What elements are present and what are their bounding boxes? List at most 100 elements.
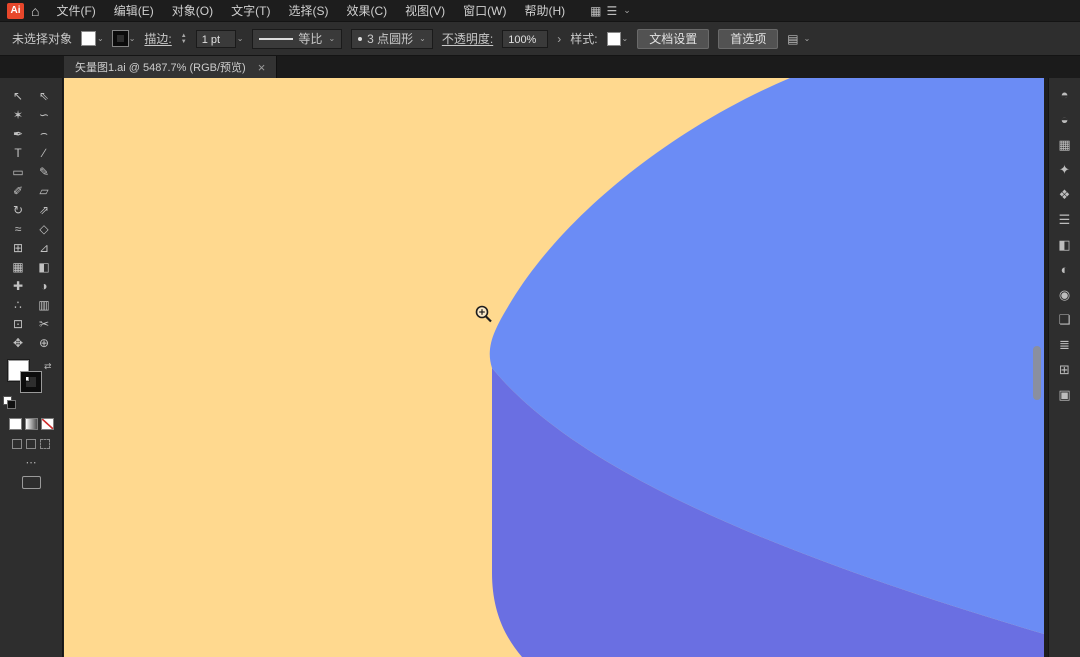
chevron-down-icon: ⌄	[419, 34, 426, 43]
fill-color-swatch[interactable]	[81, 31, 96, 46]
selection-tool[interactable]: ↖	[5, 86, 31, 105]
direct-selection-tool[interactable]: ⇖	[31, 86, 57, 105]
menu-window[interactable]: 窗口(W)	[454, 0, 515, 22]
brush-definition-dropdown[interactable]: 3 点圆形 ⌄	[351, 29, 433, 49]
document-setup-button[interactable]: 文档设置	[637, 29, 709, 49]
default-fill-stroke-icon[interactable]	[3, 396, 15, 408]
control-panel-menu-icon[interactable]: ▤	[787, 32, 798, 46]
arrange-documents-icon[interactable]: ▦	[590, 4, 601, 18]
chevron-down-icon[interactable]: ⌄	[97, 34, 104, 43]
free-transform-tool[interactable]: ◇	[31, 219, 57, 238]
chevron-down-icon[interactable]: ⌄	[623, 5, 631, 16]
menu-file[interactable]: 文件(F)	[47, 0, 104, 22]
vertical-scrollbar-thumb[interactable]	[1033, 346, 1041, 400]
edit-toolbar-ellipsis-icon[interactable]: ⋯	[0, 456, 62, 469]
line-segment-tool[interactable]: ∕	[31, 143, 57, 162]
panel-transparency-icon[interactable]: ◐	[1053, 261, 1077, 278]
stroke-label[interactable]: 描边:	[144, 30, 171, 47]
opacity-label[interactable]: 不透明度:	[442, 30, 493, 47]
scale-tool[interactable]: ⇗	[31, 200, 57, 219]
menu-effect[interactable]: 效果(C)	[337, 0, 396, 22]
curvature-tool[interactable]: ⌢	[31, 124, 57, 143]
pencil-tool[interactable]: ✐	[5, 181, 31, 200]
menu-view[interactable]: 视图(V)	[396, 0, 454, 22]
chevron-down-icon[interactable]: ⌄	[804, 34, 811, 43]
menu-help[interactable]: 帮助(H)	[515, 0, 574, 22]
control-bar: 未选择对象 ⌄ ⌄ 描边: ▲ ▼ 1 pt ⌄ 等比 ⌄ 3 点圆形 ⌄ 不透…	[0, 22, 1080, 56]
panel-symbols-icon[interactable]: ❖	[1053, 186, 1077, 203]
panel-appearance-icon[interactable]: ◉	[1053, 286, 1077, 303]
workspace-switcher-icon[interactable]: ☰	[606, 4, 617, 18]
document-tab[interactable]: 矢量图1.ai @ 5487.7% (RGB/预览) ×	[64, 56, 277, 78]
brush-preview-dot	[358, 37, 362, 41]
artboard-tool[interactable]: ⊡	[5, 314, 31, 333]
color-button[interactable]	[9, 418, 22, 430]
hand-tool[interactable]: ✥	[5, 333, 31, 352]
paintbrush-tool[interactable]: ✎	[31, 162, 57, 181]
panel-color-icon[interactable]: ◓	[1053, 86, 1077, 103]
swap-fill-stroke-icon[interactable]: ⇄	[44, 361, 52, 372]
eyedropper-tool[interactable]: ✚	[5, 276, 31, 295]
panel-graphic-styles-icon[interactable]: ❏	[1053, 311, 1077, 328]
rectangle-tool[interactable]: ▭	[5, 162, 31, 181]
stepper-down-icon[interactable]: ▼	[181, 39, 187, 45]
menu-type[interactable]: 文字(T)	[222, 0, 279, 22]
column-graph-tool[interactable]: ▥	[31, 295, 57, 314]
menu-bar: Ai ⌂ 文件(F)编辑(E)对象(O)文字(T)选择(S)效果(C)视图(V)…	[0, 0, 1080, 22]
panel-swatches-icon[interactable]: ▦	[1053, 136, 1077, 153]
chevron-down-icon[interactable]: ⌄	[237, 34, 244, 43]
eraser-tool[interactable]: ▱	[31, 181, 57, 200]
perspective-grid-tool[interactable]: ⊿	[31, 238, 57, 257]
stroke-proxy-swatch[interactable]	[21, 372, 41, 392]
none-button[interactable]	[41, 418, 54, 430]
draw-behind-icon[interactable]	[26, 439, 36, 449]
change-screen-mode-icon[interactable]	[22, 476, 41, 489]
symbol-sprayer-tool[interactable]: ∴	[5, 295, 31, 314]
menu-object[interactable]: 对象(O)	[163, 0, 222, 22]
workspace-controls: ▦ ☰ ⌄	[590, 4, 631, 18]
opacity-input[interactable]: 100%	[502, 30, 548, 48]
panel-gradient-icon[interactable]: ◧	[1053, 236, 1077, 253]
chevron-down-icon: ⌄	[328, 34, 335, 43]
chevron-down-icon[interactable]: ⌄	[622, 34, 629, 43]
opacity-panel-arrow-icon[interactable]: ›	[557, 32, 561, 46]
lasso-tool[interactable]: ∽	[31, 105, 57, 124]
menu-edit[interactable]: 编辑(E)	[105, 0, 163, 22]
screen-mode-row	[0, 476, 62, 489]
brush-definition-label: 3 点圆形	[367, 30, 413, 47]
mesh-tool[interactable]: ▦	[5, 257, 31, 276]
shape-builder-tool[interactable]: ⊞	[5, 238, 31, 257]
type-tool[interactable]: T	[5, 143, 31, 162]
panel-stroke-icon[interactable]: ☰	[1053, 211, 1077, 228]
panel-color-guide-icon[interactable]: ◒	[1053, 111, 1077, 128]
rotate-tool[interactable]: ↻	[5, 200, 31, 219]
stroke-weight-stepper[interactable]: ▲ ▼	[181, 33, 187, 45]
panel-layers-icon[interactable]: ≣	[1053, 336, 1077, 353]
preferences-button[interactable]: 首选项	[718, 29, 778, 49]
drawing-mode-buttons	[0, 439, 62, 449]
draw-normal-icon[interactable]	[12, 439, 22, 449]
gradient-button[interactable]	[25, 418, 38, 430]
slice-tool[interactable]: ✂	[31, 314, 57, 333]
gradient-tool[interactable]: ◧	[31, 257, 57, 276]
chevron-down-icon[interactable]: ⌄	[129, 34, 136, 43]
stroke-color-swatch[interactable]	[113, 31, 128, 46]
stroke-weight-input[interactable]: 1 pt	[196, 30, 236, 48]
blend-tool[interactable]: ◑	[31, 276, 57, 295]
width-profile-label: 等比	[298, 30, 322, 47]
width-profile-dropdown[interactable]: 等比 ⌄	[252, 29, 342, 49]
illustrator-logo-icon: Ai	[7, 3, 24, 19]
magic-wand-tool[interactable]: ✶	[5, 105, 31, 124]
panel-artboards-icon[interactable]: ⊞	[1053, 361, 1077, 378]
canvas[interactable]	[64, 78, 1044, 657]
panel-brushes-icon[interactable]: ✦	[1053, 161, 1077, 178]
zoom-tool[interactable]: ⊕	[31, 333, 57, 352]
draw-inside-icon[interactable]	[40, 439, 50, 449]
menu-select[interactable]: 选择(S)	[279, 0, 337, 22]
width-tool[interactable]: ≈	[5, 219, 31, 238]
close-icon[interactable]: ×	[258, 60, 266, 75]
style-swatch[interactable]	[607, 32, 621, 46]
pen-tool[interactable]: ✒	[5, 124, 31, 143]
home-icon[interactable]: ⌂	[31, 3, 39, 19]
panel-libraries-icon[interactable]: ▣	[1053, 386, 1077, 403]
